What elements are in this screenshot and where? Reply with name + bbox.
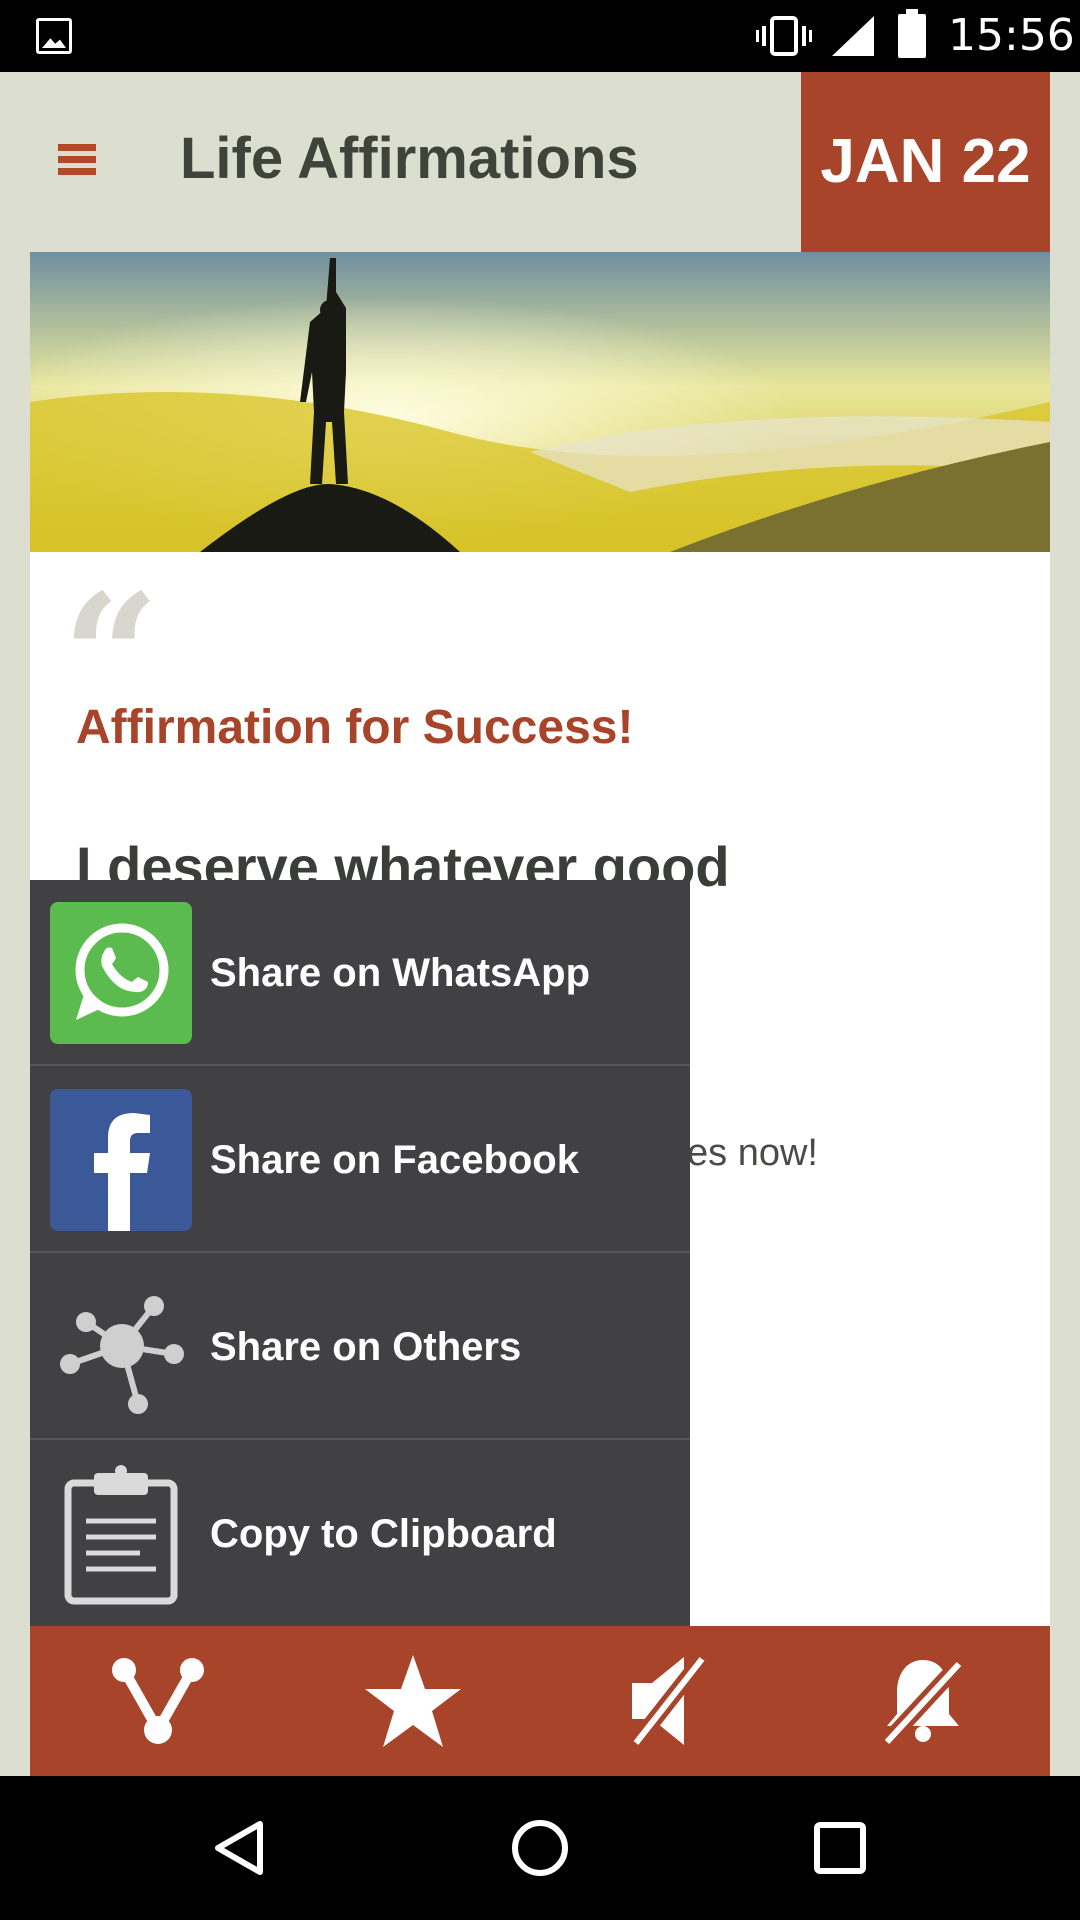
status-bar: 15:56 bbox=[0, 0, 1080, 72]
date-badge: JAN 22 bbox=[801, 72, 1050, 252]
recents-button[interactable] bbox=[780, 1776, 900, 1920]
system-nav-bar bbox=[0, 1776, 1080, 1920]
gallery-notification-icon bbox=[36, 18, 72, 54]
share-network-icon bbox=[50, 1276, 192, 1418]
vibrate-icon bbox=[756, 16, 812, 56]
share-action-button[interactable] bbox=[30, 1626, 285, 1776]
hero-image bbox=[30, 252, 1050, 552]
battery-icon bbox=[898, 9, 926, 58]
notifications-off-icon bbox=[880, 1658, 965, 1746]
recents-icon bbox=[814, 1822, 866, 1874]
share-facebook-item[interactable]: Share on Facebook bbox=[30, 1067, 690, 1253]
back-button[interactable] bbox=[180, 1776, 300, 1920]
favorite-action-button[interactable] bbox=[285, 1626, 540, 1776]
home-button[interactable] bbox=[480, 1776, 600, 1920]
app-bar: Life Affirmations JAN 22 bbox=[0, 72, 1080, 252]
notifications-toggle-button[interactable] bbox=[795, 1626, 1050, 1776]
affirmation-title: Affirmation for Success! bbox=[76, 701, 634, 754]
share-whatsapp-label: Share on WhatsApp bbox=[210, 951, 591, 995]
signal-icon bbox=[832, 16, 874, 56]
share-whatsapp-item[interactable]: Share on WhatsApp bbox=[30, 880, 690, 1066]
sound-muted-icon bbox=[629, 1654, 708, 1748]
back-icon bbox=[215, 1821, 263, 1875]
home-icon bbox=[512, 1820, 568, 1876]
sound-toggle-button[interactable] bbox=[540, 1626, 795, 1776]
copy-clipboard-item[interactable]: Copy to Clipboard bbox=[30, 1441, 690, 1627]
star-icon bbox=[364, 1655, 461, 1747]
share-menu: Share on WhatsApp Share on Facebook Shar… bbox=[30, 880, 690, 1626]
share-others-item[interactable]: Share on Others bbox=[30, 1254, 690, 1440]
clipboard-icon bbox=[50, 1463, 192, 1605]
action-bar bbox=[30, 1626, 1050, 1776]
copy-clipboard-label: Copy to Clipboard bbox=[210, 1512, 557, 1556]
status-time: 15:56 bbox=[948, 10, 1075, 61]
share-others-label: Share on Others bbox=[210, 1325, 522, 1369]
whatsapp-icon bbox=[50, 902, 192, 1044]
app-title: Life Affirmations bbox=[180, 126, 639, 191]
facebook-icon bbox=[50, 1089, 192, 1231]
favorites-hint-text: ites now! bbox=[668, 1132, 818, 1174]
share-icon bbox=[111, 1658, 204, 1744]
share-facebook-label: Share on Facebook bbox=[210, 1138, 579, 1182]
hamburger-menu-icon[interactable] bbox=[58, 144, 96, 180]
